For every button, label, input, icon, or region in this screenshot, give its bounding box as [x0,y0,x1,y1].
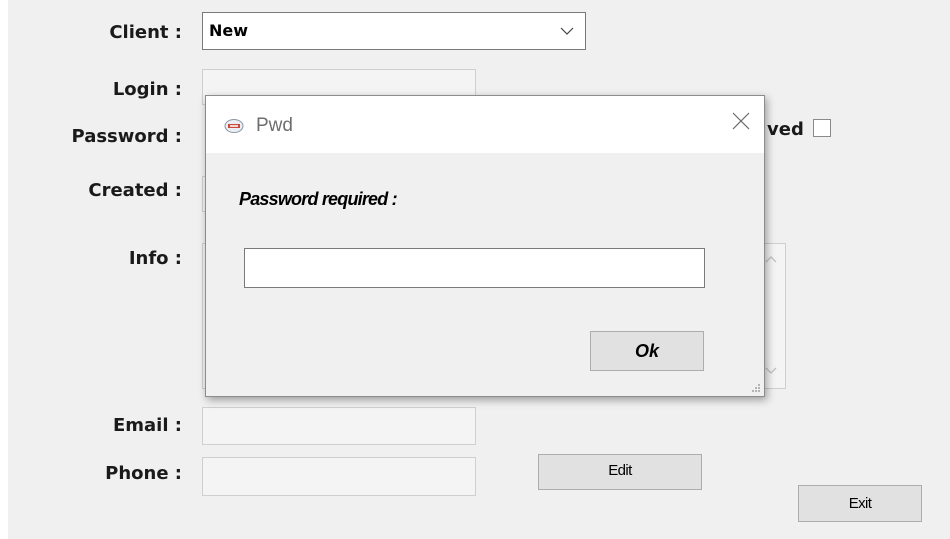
password-label: Password : [71,126,182,147]
close-icon [732,112,750,130]
exit-button[interactable]: Exit [798,485,922,522]
ok-button[interactable]: Ok [590,331,704,371]
edit-button[interactable]: Edit [538,454,702,490]
chevron-down-icon [560,27,574,35]
created-label: Created : [88,180,182,201]
scroll-down-icon [765,367,777,374]
close-button[interactable] [718,96,764,153]
dialog-titlebar[interactable]: Pwd [206,96,764,153]
password-prompt: Password required : [239,189,398,209]
saved-checkbox[interactable] [813,119,831,137]
email-label: Email : [112,415,182,436]
client-label: Client : [109,22,182,43]
password-dialog: Pwd Password required : Ok [205,95,765,397]
password-input[interactable] [244,248,705,288]
email-field[interactable] [202,407,476,445]
dialog-title: Pwd [256,115,293,136]
client-select-value: New [209,21,249,40]
phone-label: Phone : [105,463,182,484]
info-label: Info : [128,248,182,269]
phone-field[interactable] [202,457,476,496]
login-label: Login : [112,79,182,100]
resize-grip-icon[interactable] [751,383,761,393]
saved-label: ved [767,119,804,140]
app-icon [224,119,244,133]
scroll-up-icon [765,256,777,263]
client-select[interactable]: New [202,12,586,50]
